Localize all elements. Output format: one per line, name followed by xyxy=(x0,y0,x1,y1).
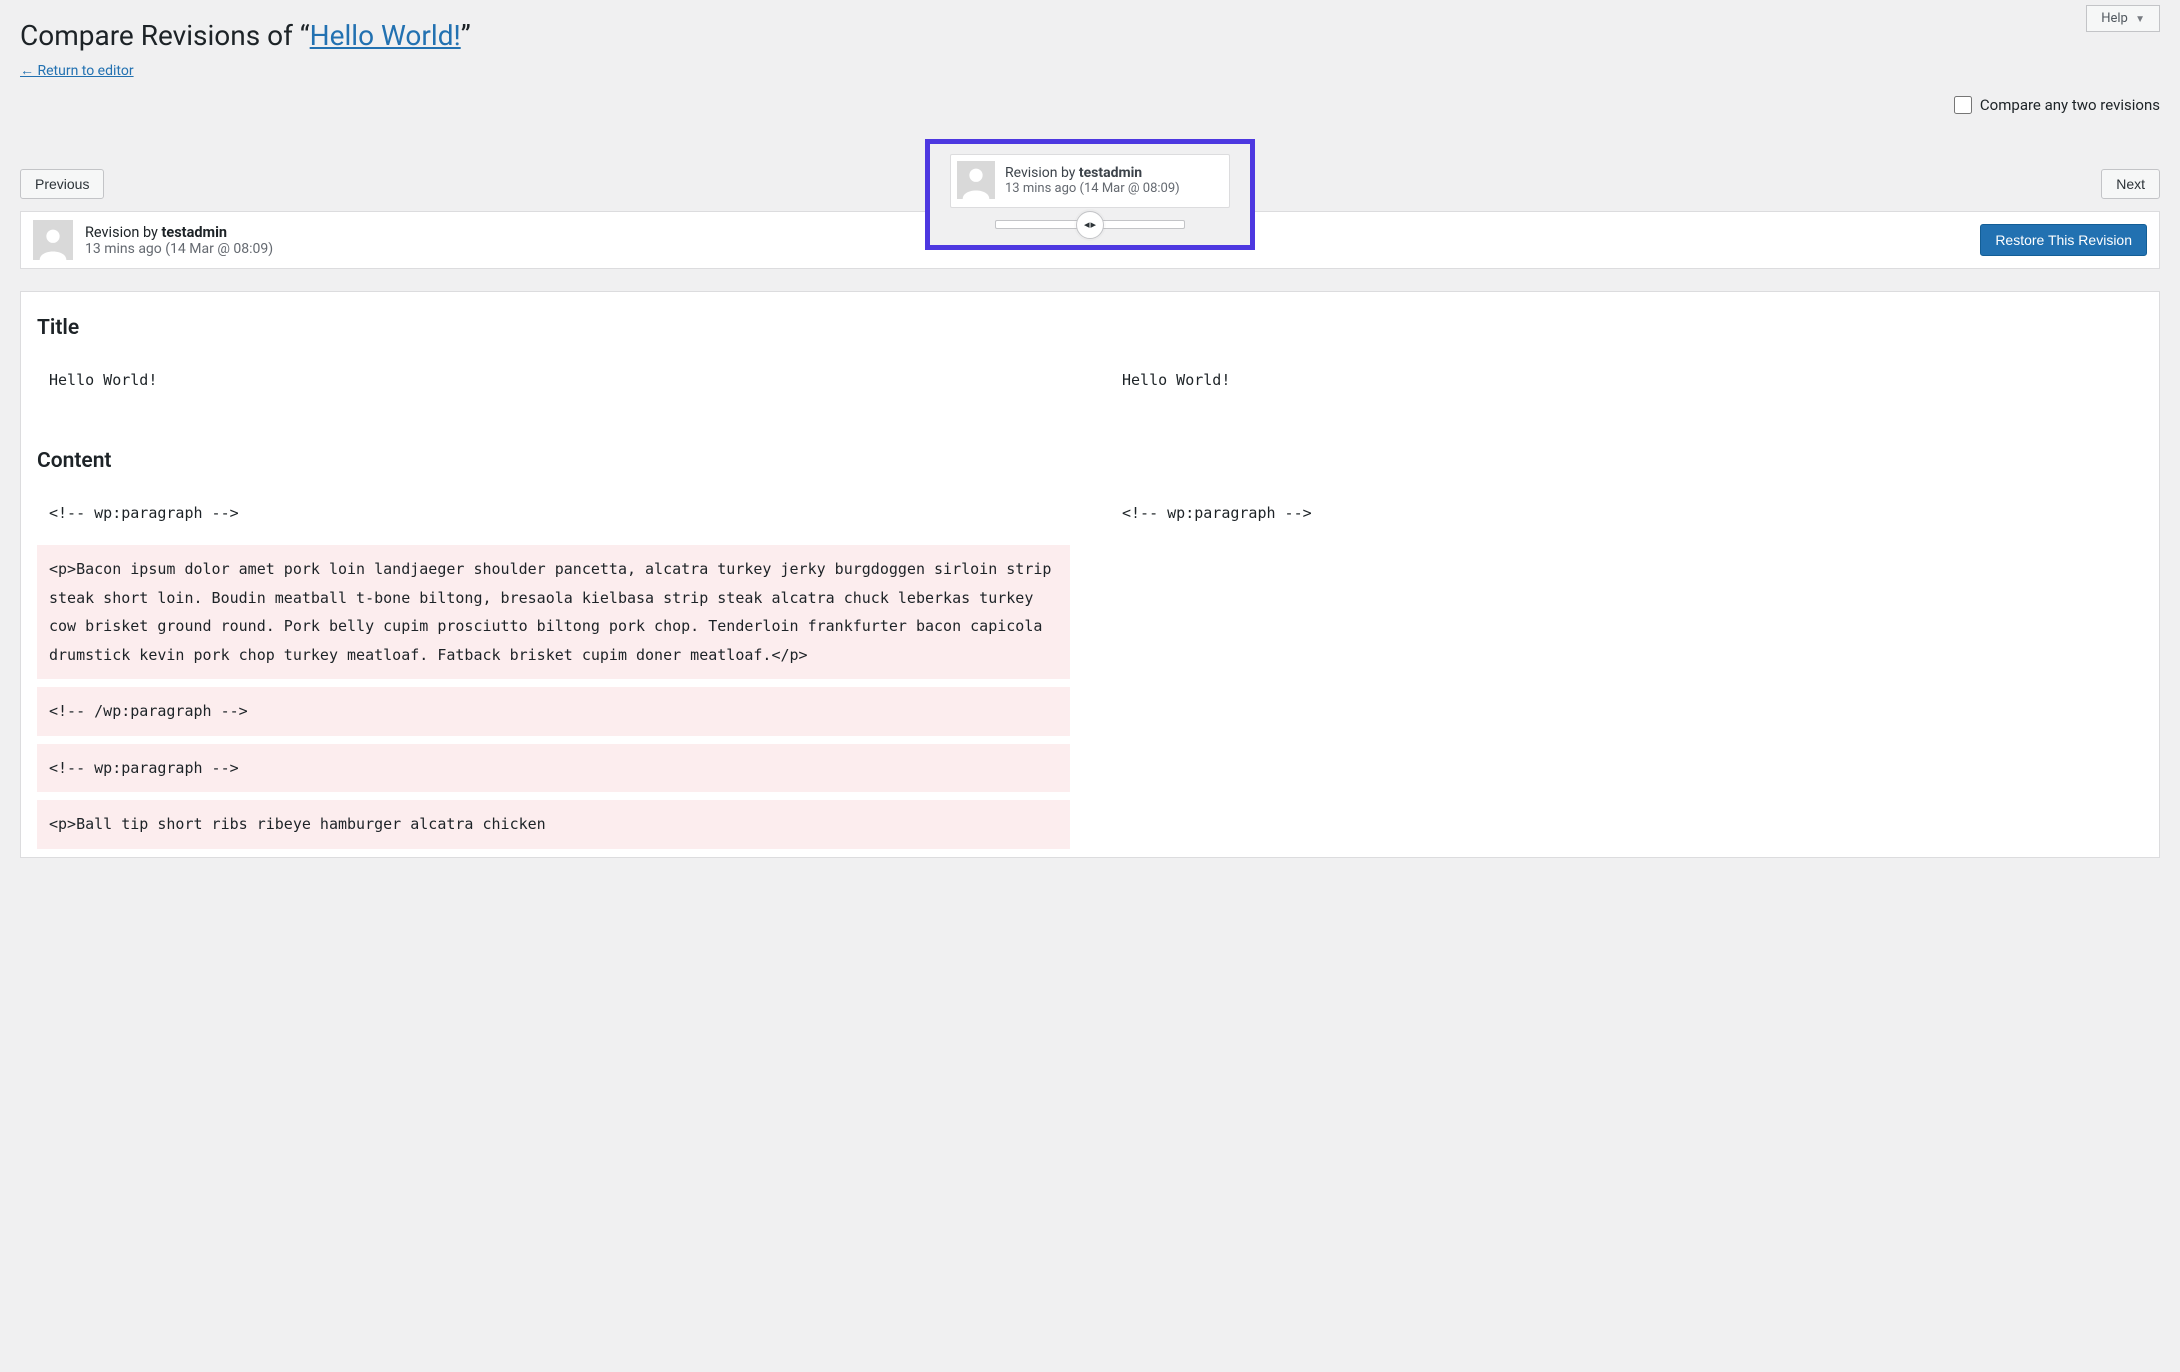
tooltip-author: testadmin xyxy=(1079,165,1142,181)
diff-title-left: Hello World! xyxy=(37,356,1070,405)
diff-content-right xyxy=(1110,744,2143,793)
rev-by-prefix: Revision by xyxy=(85,224,162,241)
return-to-editor-link[interactable]: ← Return to editor xyxy=(20,62,134,79)
avatar xyxy=(33,220,73,260)
help-tab[interactable]: Help ▼ xyxy=(2086,5,2160,32)
compare-checkbox[interactable] xyxy=(1954,96,1972,114)
slider-highlight: Revision by testadmin 13 mins ago (14 Ma… xyxy=(925,139,1255,250)
person-icon xyxy=(957,161,995,199)
diff-content-right xyxy=(1110,800,2143,849)
revision-slider-handle[interactable]: ◂ ▸ xyxy=(1076,211,1104,239)
diff-content-right: <!-- wp:paragraph --> xyxy=(1110,489,2143,538)
title-suffix: ” xyxy=(461,19,471,52)
diff-content-left: <!-- wp:paragraph --> xyxy=(37,744,1070,793)
diff-content-left: <p>Ball tip short ribs ribeye hamburger … xyxy=(37,800,1070,849)
avatar xyxy=(957,161,995,199)
diff-content-right xyxy=(1110,545,2143,679)
diff-title-right: Hello World! xyxy=(1110,356,2143,405)
previous-button[interactable]: Previous xyxy=(20,169,104,199)
tooltip-time-rel: 13 mins ago xyxy=(1005,181,1076,196)
restore-revision-button[interactable]: Restore This Revision xyxy=(1980,224,2147,256)
revision-tooltip: Revision by testadmin 13 mins ago (14 Ma… xyxy=(950,154,1230,208)
title-prefix: Compare Revisions of “ xyxy=(20,19,310,52)
arrow-left-icon: ◂ xyxy=(1084,218,1090,231)
page-title: Compare Revisions of “Hello World!” xyxy=(20,18,2160,54)
compare-label: Compare any two revisions xyxy=(1980,96,2160,114)
diff-viewer: Title Hello World! Hello World! Content … xyxy=(20,291,2160,858)
diff-content-left: <!-- /wp:paragraph --> xyxy=(37,687,1070,736)
compare-any-two-toggle[interactable]: Compare any two revisions xyxy=(1954,96,2160,114)
rev-time-abs: (14 Mar @ 08:09) xyxy=(165,241,273,257)
post-title-link[interactable]: Hello World! xyxy=(310,19,461,52)
diff-content-heading: Content xyxy=(37,449,2143,473)
next-button[interactable]: Next xyxy=(2101,169,2160,199)
rev-time-rel: 13 mins ago xyxy=(85,241,162,257)
rev-author: testadmin xyxy=(162,224,228,241)
person-icon xyxy=(34,222,72,260)
diff-content-left: <p>Bacon ipsum dolor amet pork loin land… xyxy=(37,545,1070,679)
diff-content-right xyxy=(1110,687,2143,736)
diff-content-left: <!-- wp:paragraph --> xyxy=(37,489,1070,538)
tooltip-time-abs: (14 Mar @ 08:09) xyxy=(1080,181,1180,196)
chevron-down-icon: ▼ xyxy=(2135,14,2145,25)
diff-title-heading: Title xyxy=(37,316,2143,340)
help-label: Help xyxy=(2101,11,2128,26)
arrow-right-icon: ▸ xyxy=(1091,218,1097,231)
tooltip-by-prefix: Revision by xyxy=(1005,165,1079,181)
